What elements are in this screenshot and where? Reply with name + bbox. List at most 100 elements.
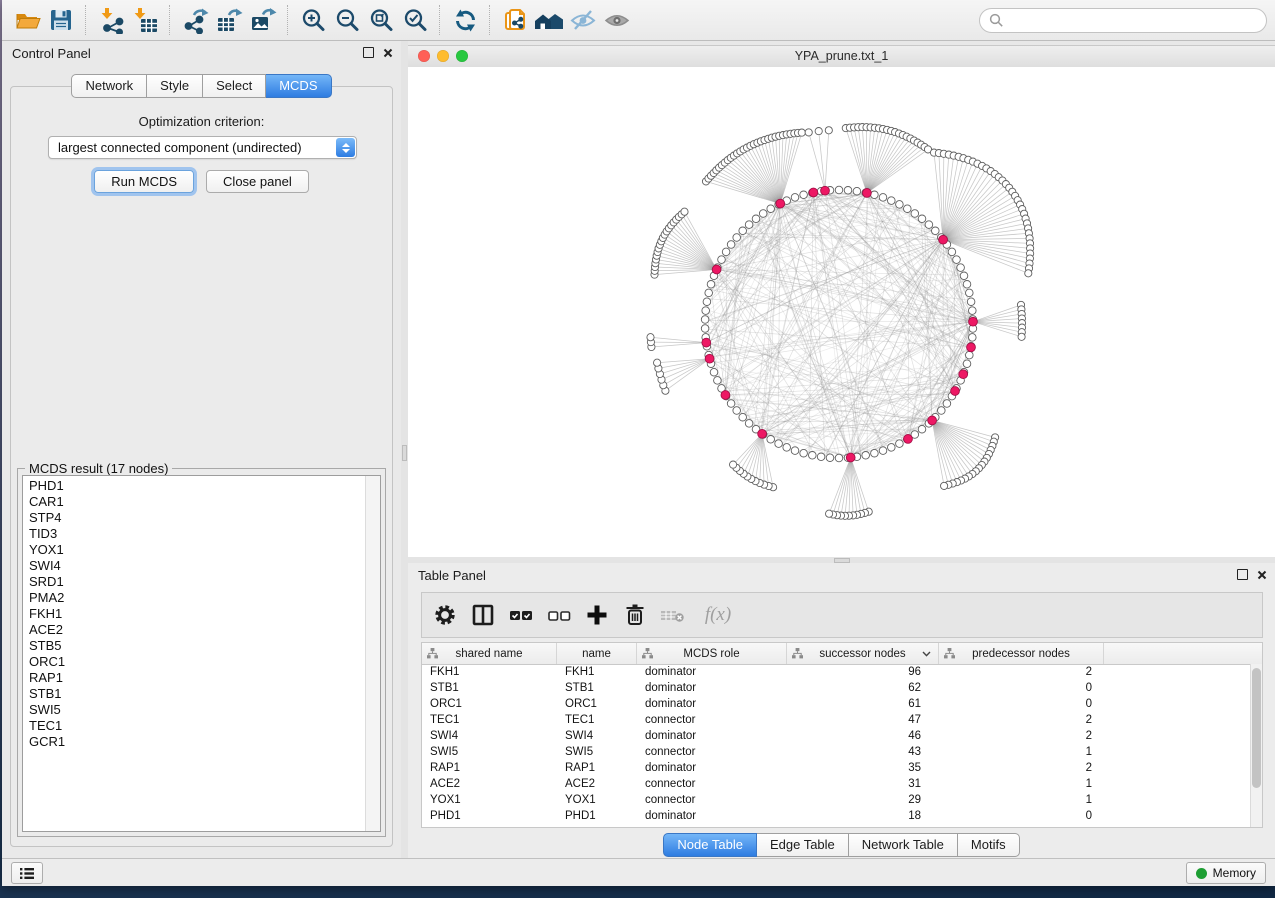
table-row[interactable]: SWI4SWI4dominator462 [422,728,1251,744]
graph-node[interactable] [904,205,912,213]
graph-node[interactable] [953,256,961,264]
mcds-result-item[interactable]: CAR1 [23,494,365,510]
graph-node[interactable] [853,187,861,195]
export-table-button[interactable] [212,3,246,37]
export-network-button[interactable] [178,3,212,37]
import-table-button[interactable] [128,3,162,37]
graph-hub-node[interactable] [809,188,818,197]
graph-hub-node[interactable] [712,265,721,274]
mcds-result-scrollbar[interactable] [365,476,380,831]
graph-node[interactable] [896,440,904,448]
graph-node[interactable] [733,234,741,242]
zoom-selected-button[interactable] [398,3,432,37]
graph-node[interactable] [767,436,775,444]
control-tab-select[interactable]: Select [203,74,266,98]
mcds-result-item[interactable]: SWI5 [23,702,365,718]
table-row[interactable]: RAP1RAP1dominator352 [422,760,1251,776]
graph-leaf-node[interactable] [826,510,833,517]
select-all-rows-button[interactable] [506,599,536,631]
graph-node[interactable] [938,407,946,415]
optimization-criterion-select[interactable]: largest connected component (undirected) [48,136,357,159]
column-header-successor-nodes[interactable]: successor nodes [787,643,939,664]
vertical-splitter[interactable] [401,41,408,859]
graph-node[interactable] [911,210,919,218]
graph-node[interactable] [925,221,933,229]
mcds-result-item[interactable]: PHD1 [23,478,365,494]
graph-node[interactable] [969,307,977,315]
graph-node[interactable] [943,400,951,408]
function-builder-button[interactable]: f(x) [696,599,740,631]
hide-selected-button[interactable] [566,3,600,37]
export-image-button[interactable] [246,3,280,37]
graph-leaf-node[interactable] [825,127,832,134]
create-new-column-button[interactable] [582,599,612,631]
graph-node[interactable] [957,264,965,272]
graph-node[interactable] [727,400,735,408]
mcds-result-item[interactable]: STP4 [23,510,365,526]
graph-node[interactable] [705,289,713,297]
mcds-result-item[interactable]: SWI4 [23,558,365,574]
graph-node[interactable] [918,425,926,433]
graph-node[interactable] [718,256,726,264]
table-tab-motifs[interactable]: Motifs [958,833,1020,857]
graph-node[interactable] [752,215,760,223]
graph-node[interactable] [745,420,753,428]
float-panel-icon[interactable] [363,47,374,58]
column-header-shared-name[interactable]: shared name [422,643,557,664]
show-columns-button[interactable] [468,599,498,631]
graph-node[interactable] [948,248,956,256]
graph-node[interactable] [775,440,783,448]
graph-node[interactable] [817,453,825,461]
mcds-result-item[interactable]: TID3 [23,526,365,542]
graph-node[interactable] [809,452,817,460]
open-file-button[interactable] [10,3,44,37]
mcds-result-item[interactable]: GCR1 [23,734,365,750]
graph-node[interactable] [896,201,904,209]
graph-node[interactable] [710,368,718,376]
mcds-result-item[interactable]: ORC1 [23,654,365,670]
control-tab-network[interactable]: Network [71,74,147,98]
graph-node[interactable] [871,191,879,199]
graph-hub-node[interactable] [969,317,978,326]
mcds-result-item[interactable]: TEC1 [23,718,365,734]
search-input[interactable] [979,8,1267,33]
delete-columns-button[interactable] [620,599,650,631]
graph-leaf-node[interactable] [1025,270,1032,277]
graph-node[interactable] [932,227,940,235]
graph-leaf-node[interactable] [941,482,948,489]
zoom-out-button[interactable] [330,3,364,37]
mcds-result-item[interactable]: STB1 [23,686,365,702]
graph-node[interactable] [701,316,709,324]
graph-node[interactable] [791,194,799,202]
table-tab-node-table[interactable]: Node Table [663,833,757,857]
show-all-button[interactable] [600,3,634,37]
graph-node[interactable] [835,454,843,462]
import-network-button[interactable] [94,3,128,37]
table-row[interactable]: STB1STB1dominator620 [422,680,1251,696]
graph-node[interactable] [835,186,843,194]
graph-node[interactable] [967,298,975,306]
graph-node[interactable] [727,241,735,249]
graph-node[interactable] [844,187,852,195]
column-header-predecessor-nodes[interactable]: predecessor nodes [939,643,1104,664]
graph-leaf-node[interactable] [654,359,661,366]
graph-node[interactable] [966,289,974,297]
graph-hub-node[interactable] [904,435,913,444]
graph-hub-node[interactable] [959,370,968,379]
graph-node[interactable] [969,334,977,342]
network-window-titlebar[interactable]: YPA_prune.txt_1 [408,45,1275,68]
graph-node[interactable] [879,447,887,455]
graph-node[interactable] [963,281,971,289]
table-row[interactable]: ACE2ACE2connector311 [422,776,1251,792]
graph-hub-node[interactable] [702,338,711,347]
memory-button[interactable]: Memory [1186,862,1266,884]
mcds-result-item[interactable]: ACE2 [23,622,365,638]
save-session-button[interactable] [44,3,78,37]
graph-node[interactable] [703,298,711,306]
apply-preferred-layout-button[interactable] [448,3,482,37]
column-header-name[interactable]: name [557,643,637,664]
graph-node[interactable] [701,325,709,333]
table-tab-edge-table[interactable]: Edge Table [757,833,849,857]
graph-node[interactable] [862,452,870,460]
graph-node[interactable] [759,210,767,218]
